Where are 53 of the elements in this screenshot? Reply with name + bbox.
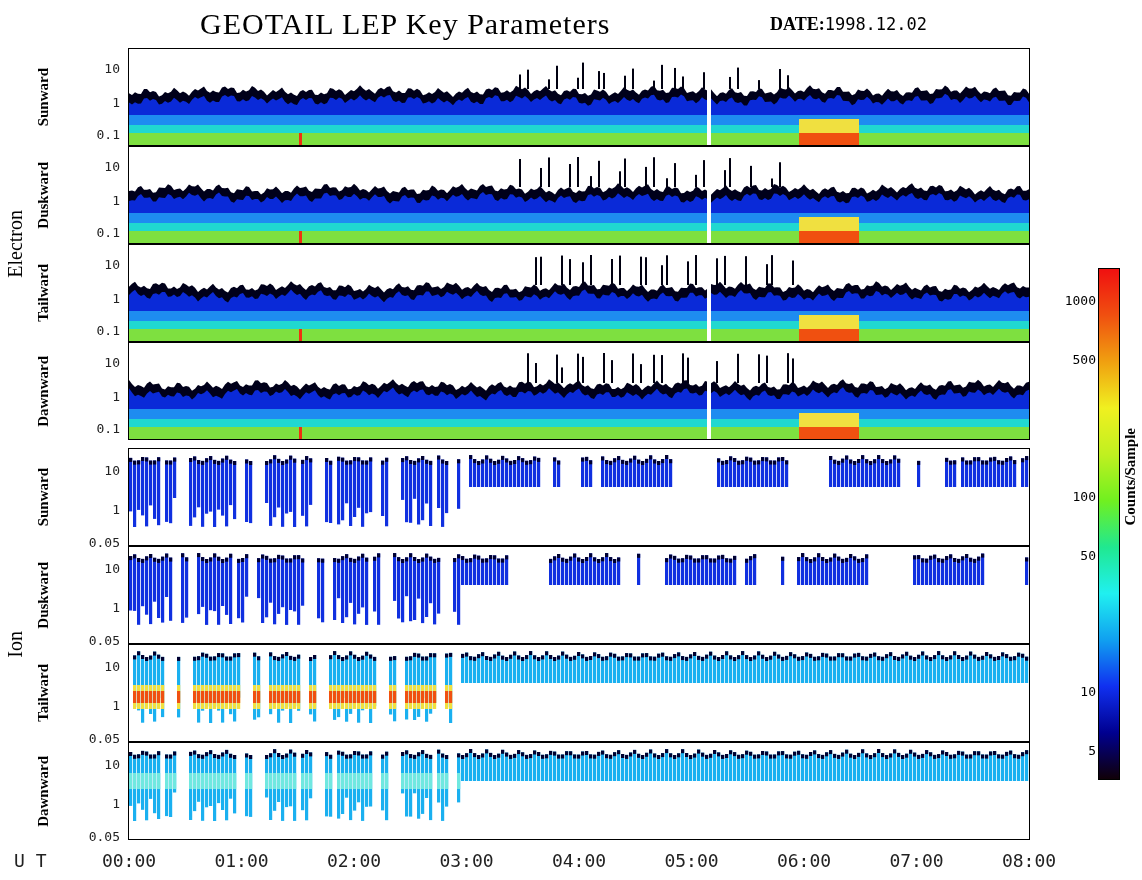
axis-label: U T xyxy=(14,850,47,871)
scale-tick-label: 10 xyxy=(1080,683,1096,699)
panel-label: Dawnward xyxy=(34,755,52,827)
date-label: DATE:1998.12.02 xyxy=(770,13,928,35)
y-tick-label: 0.1 xyxy=(96,420,120,436)
scale-tick-label: 5 xyxy=(1088,742,1096,758)
panel-label: Dawnward xyxy=(34,355,52,427)
scale-tick-label: 50 xyxy=(1080,547,1096,562)
scale-title: Counts/Sample xyxy=(1122,428,1139,526)
y-tick-label: 1 xyxy=(112,388,120,404)
y-tick-label: 1 xyxy=(112,192,120,208)
y-tick-label: 1 xyxy=(112,290,120,306)
x-tick-label: 01:00 xyxy=(214,850,269,871)
x-tick-label: 05:00 xyxy=(664,850,719,871)
y-tick-label: 10 xyxy=(104,256,120,272)
y-tick-label: 10 xyxy=(104,158,120,174)
y-tick-label: 1 xyxy=(112,94,120,110)
group-label: Ion xyxy=(3,630,27,658)
x-tick-label: 02:00 xyxy=(326,850,382,871)
y-tick-label: 10 xyxy=(104,60,120,76)
y-tick-label: 10 xyxy=(104,756,120,772)
x-tick-label: 00:00 xyxy=(101,850,157,871)
y-tick-label: 10 xyxy=(104,354,120,370)
group-label: Electron xyxy=(3,210,27,278)
y-tick-label: 10 xyxy=(104,658,120,674)
y-tick-label: 0.05 xyxy=(88,730,120,746)
y-tick-label: 1 xyxy=(112,697,120,713)
scale-tick-label: 100 xyxy=(1072,488,1096,504)
y-tick-label: 0.05 xyxy=(88,632,120,648)
y-tick-label: 10 xyxy=(104,560,120,576)
x-tick-label: 07:00 xyxy=(889,850,944,871)
scale-tick-label: 500 xyxy=(1072,351,1096,367)
y-tick-label: 0.05 xyxy=(88,534,120,550)
panel-label: Tailward xyxy=(34,264,52,322)
y-tick-label: 0.1 xyxy=(96,126,120,142)
x-tick-label: 08:00 xyxy=(1001,850,1057,871)
x-tick-label: 04:00 xyxy=(551,850,607,871)
scale-tick-label: 1000 xyxy=(1064,292,1096,308)
y-tick-label: 1 xyxy=(112,501,120,517)
y-tick-label: 0.05 xyxy=(88,828,120,844)
y-tick-label: 1 xyxy=(112,795,120,811)
y-tick-label: 0.1 xyxy=(96,322,120,338)
x-tick-label: 06:00 xyxy=(776,850,832,871)
chart-title: GEOTAIL LEP Key Parameters xyxy=(200,7,612,41)
y-tick-label: 0.1 xyxy=(96,224,120,240)
y-tick-label: 1 xyxy=(112,599,120,615)
y-tick-label: 10 xyxy=(104,462,120,478)
panel-label: Sunward xyxy=(34,67,52,127)
panel-label: Tailward xyxy=(34,664,52,722)
x-tick-label: 03:00 xyxy=(439,850,494,871)
panel-label: Duskward xyxy=(34,161,52,229)
panel-label: Sunward xyxy=(34,467,52,527)
panel-label: Duskward xyxy=(34,561,52,629)
